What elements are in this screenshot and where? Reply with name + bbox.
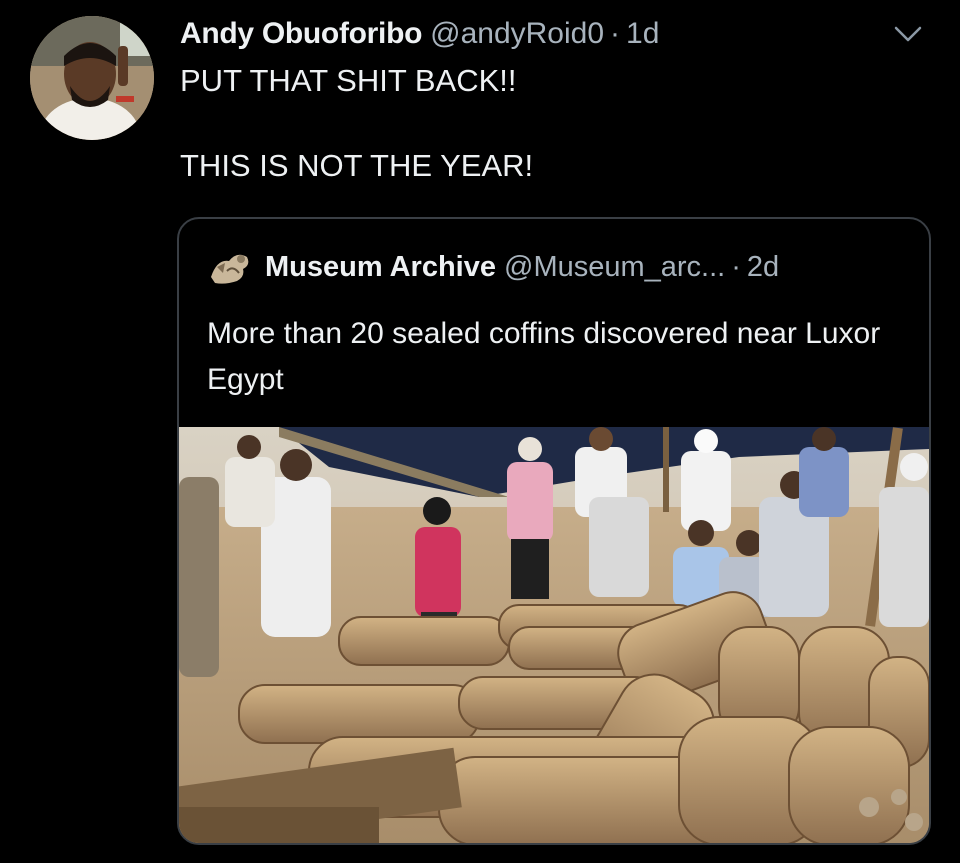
quoted-tweet-header: Museum Archive @Museum_arc... · 2d (207, 245, 779, 289)
quoted-tweet-card[interactable]: Museum Archive @Museum_arc... · 2d More … (177, 217, 931, 845)
quoted-author-avatar[interactable] (207, 247, 253, 287)
author-handle[interactable]: @andyRoid0 (430, 17, 604, 51)
quoted-author-name[interactable]: Museum Archive (265, 251, 496, 284)
author-avatar[interactable] (30, 16, 154, 140)
separator-dot: · (610, 17, 621, 50)
tweet-timestamp[interactable]: 1d (626, 17, 659, 51)
quoted-timestamp[interactable]: 2d (747, 251, 779, 284)
author-name[interactable]: Andy Obuoforibo (180, 17, 422, 51)
quoted-author-handle[interactable]: @Museum_arc... (504, 251, 725, 284)
chevron-down-icon[interactable] (888, 18, 928, 48)
avatar-image (30, 16, 154, 140)
tweet-text-line-1: PUT THAT SHIT BACK!! (180, 63, 517, 98)
tweet-text: PUT THAT SHIT BACK!! THIS IS NOT THE YEA… (180, 62, 900, 185)
tweet-header: Andy Obuoforibo @andyRoid0 · 1d (180, 14, 659, 54)
quoted-separator-dot: · (731, 250, 741, 283)
tweet-text-line-2: THIS IS NOT THE YEAR! (180, 148, 534, 183)
quoted-tweet-text: More than 20 sealed coffins discovered n… (207, 317, 881, 396)
quoted-tweet-photo[interactable] (179, 427, 929, 843)
